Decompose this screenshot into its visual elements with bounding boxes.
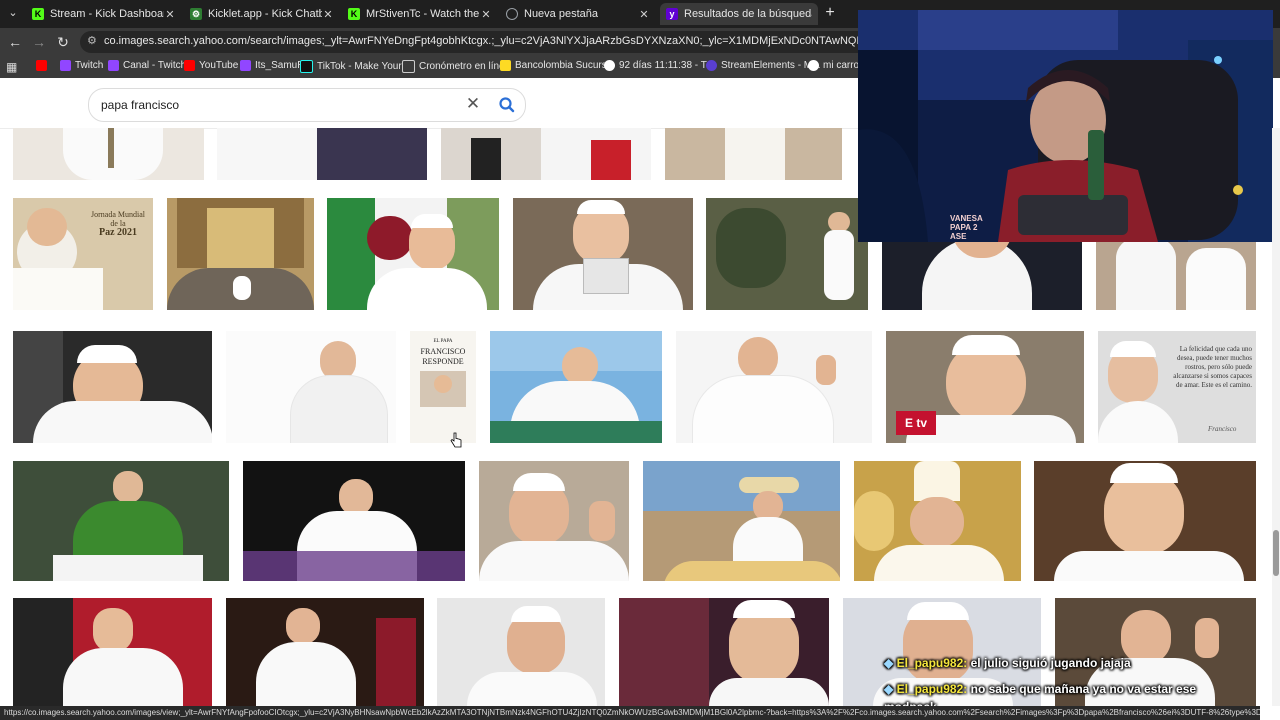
tab-kicklet[interactable]: ⚙ Kicklet.app - Kick Chatbot and ✕ <box>184 3 340 25</box>
image-result[interactable] <box>706 198 868 310</box>
twitch-icon <box>240 60 251 71</box>
image-result-book-cover[interactable]: EL PAPA FRANCISCO RESPONDE <box>410 331 476 443</box>
bookmark-its-samur[interactable]: Its_SamuR <box>240 60 304 71</box>
image-result[interactable]: E tv <box>886 331 1084 443</box>
reload-icon[interactable]: ↻ <box>54 33 72 51</box>
new-tab-button[interactable]: + <box>822 4 838 22</box>
webcam-overlay: VANESA PAPA 2 ASE <box>858 10 1273 242</box>
image-result[interactable] <box>643 461 840 581</box>
hand-cursor-icon <box>450 432 462 448</box>
site-info-icon[interactable]: ⚙ <box>87 34 99 48</box>
image-result[interactable] <box>226 331 396 443</box>
bookmark-canal-twitch[interactable]: Canal - Twitch <box>108 60 186 71</box>
streamer-webcam-image <box>858 10 1273 242</box>
tab-new-tab[interactable]: Nueva pestaña ✕ <box>500 3 656 25</box>
kick-icon: K <box>32 8 44 20</box>
google-icon <box>808 60 819 71</box>
image-result[interactable] <box>226 598 424 706</box>
tv-logo: E tv <box>896 411 936 435</box>
image-result[interactable] <box>13 331 212 443</box>
image-result[interactable] <box>243 461 465 581</box>
bookmark-streamelements[interactable]: StreamElements - M... <box>706 60 820 71</box>
tab-title: Kicklet.app - Kick Chatbot and <box>208 8 322 20</box>
image-result[interactable] <box>441 128 651 180</box>
chat-message: ◆ El_papu982: el julio siguió jugando ja… <box>884 656 1131 670</box>
image-result[interactable] <box>217 128 427 180</box>
quote-signature: Francisco <box>1208 425 1237 433</box>
status-url-bar: https://co.images.search.yahoo.com/image… <box>0 706 1260 720</box>
yahoo-icon: y <box>666 8 678 20</box>
image-result[interactable] <box>619 598 829 706</box>
image-result[interactable] <box>167 198 314 310</box>
tab-title: Nueva pestaña <box>524 8 598 20</box>
image-result[interactable] <box>1034 461 1256 581</box>
search-icon[interactable] <box>497 95 517 115</box>
chat-text: no sabe que mañana ya no va estar ese <box>970 682 1197 696</box>
back-arrow-icon[interactable]: ← <box>6 33 24 51</box>
tab-title: Resultados de la búsqueda de <box>684 8 812 20</box>
bookmark-twitch[interactable]: Twitch <box>60 60 103 71</box>
bancolombia-icon <box>500 60 511 71</box>
forward-arrow-icon[interactable]: → <box>30 33 48 51</box>
image-result[interactable] <box>854 461 1021 581</box>
url-text[interactable]: co.images.search.yahoo.com/search/images… <box>104 35 864 47</box>
image-result[interactable] <box>13 598 212 706</box>
badge-icon: ◆ <box>884 682 894 696</box>
image-result[interactable] <box>13 461 229 581</box>
bookmark-bancolombia[interactable]: Bancolombia Sucurs... <box>500 60 615 71</box>
tab-yahoo-results[interactable]: y Resultados de la búsqueda de <box>660 3 818 25</box>
image-result[interactable] <box>437 598 605 706</box>
bookmark-youtube-icon[interactable] <box>36 60 51 71</box>
chat-message: ◆ El_papu982: no sabe que mañana ya no v… <box>884 682 1196 696</box>
apps-grid-icon[interactable]: ▦ <box>6 60 17 74</box>
kicklet-icon: ⚙ <box>190 8 202 20</box>
image-result[interactable] <box>13 128 204 180</box>
bookmark-92-dias[interactable]: 92 días 11:11:38 - T... <box>604 60 714 71</box>
chat-username: El_papu982: <box>896 682 968 696</box>
search-query-text[interactable]: papa francisco <box>101 98 179 112</box>
image-result[interactable] <box>490 331 662 443</box>
tab-menu-button[interactable]: ⌄ <box>4 4 22 22</box>
bookmark-cronometro[interactable]: Cronómetro en línea <box>402 60 510 73</box>
page-scrollbar[interactable] <box>1272 128 1280 706</box>
image-result-quote[interactable]: La felicidad que cada uno desea, puede t… <box>1098 331 1256 443</box>
tab-title: Stream - Kick Dashboard <box>50 8 164 20</box>
badge-icon: ◆ <box>884 656 894 670</box>
close-icon[interactable]: ✕ <box>638 8 650 21</box>
image-result[interactable] <box>513 198 693 310</box>
twitch-icon <box>60 60 71 71</box>
globe-icon <box>506 8 518 20</box>
clock-icon <box>604 60 615 71</box>
chat-username: El_papu982: <box>896 656 968 670</box>
tab-kick-dashboard[interactable]: K Stream - Kick Dashboard ✕ <box>26 3 182 25</box>
tiktok-icon <box>300 60 313 73</box>
image-result[interactable] <box>676 331 872 443</box>
bookmark-mi-carro[interactable]: mi carro <box>808 60 859 71</box>
tab-title: MrStivenTc - Watch the VOD o <box>366 8 480 20</box>
twitch-icon <box>108 60 119 71</box>
scrollbar-thumb[interactable] <box>1273 530 1279 576</box>
bookmark-tiktok[interactable]: TikTok - Make Your... <box>300 60 409 73</box>
close-icon[interactable]: ✕ <box>164 8 176 21</box>
close-icon[interactable]: ✕ <box>480 8 492 21</box>
jornada-title: Jornada Mundial de la Paz 2021 <box>91 210 145 238</box>
clear-search-icon[interactable]: ✕ <box>463 94 483 114</box>
image-result-jornada-mundial[interactable]: Jornada Mundial de la Paz 2021 <box>13 198 153 310</box>
page-icon <box>402 60 415 73</box>
image-result[interactable] <box>479 461 629 581</box>
chat-text: el julio siguió jugando jajaja <box>970 656 1131 670</box>
close-icon[interactable]: ✕ <box>322 8 334 21</box>
tab-mrstiventc-vod[interactable]: K MrStivenTc - Watch the VOD o ✕ <box>342 3 498 25</box>
book-title: EL PAPA FRANCISCO RESPONDE <box>420 339 466 366</box>
image-result[interactable] <box>665 128 842 180</box>
shirt-text: VANESA PAPA 2 ASE <box>950 214 983 241</box>
youtube-icon <box>184 60 195 71</box>
bookmark-youtube[interactable]: YouTube <box>184 60 238 71</box>
kick-icon: K <box>348 8 360 20</box>
image-result[interactable] <box>327 198 499 310</box>
streamelements-icon <box>706 60 717 71</box>
quote-text: La felicidad que cada uno desea, puede t… <box>1173 345 1252 389</box>
search-input[interactable]: papa francisco ✕ <box>88 88 526 122</box>
